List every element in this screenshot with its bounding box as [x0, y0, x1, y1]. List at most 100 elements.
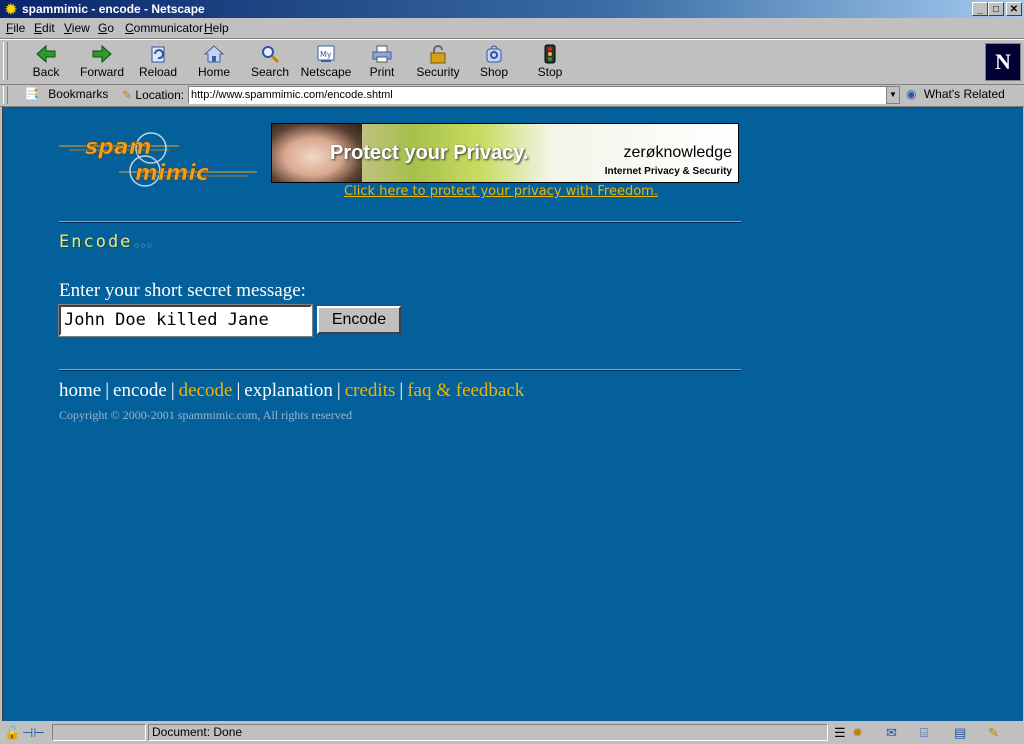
- security-lock-icon[interactable]: 🔓: [4, 725, 20, 741]
- back-icon: [34, 44, 58, 64]
- back-label: Back: [32, 65, 60, 79]
- message-prompt: Enter your short secret message:: [59, 280, 306, 301]
- stop-button[interactable]: Stop: [522, 44, 578, 82]
- whats-related-button[interactable]: ◉ What's Related: [906, 87, 1005, 101]
- forward-button[interactable]: Forward: [74, 44, 130, 82]
- site-nav: home | encode | decode | explanation | credits | f…: [59, 380, 524, 402]
- nav-explanation[interactable]: explanation: [244, 380, 333, 401]
- encode-button[interactable]: Encode: [317, 306, 401, 334]
- section-dots: ○○○: [134, 240, 154, 250]
- reload-button[interactable]: Reload: [130, 44, 186, 82]
- location-grip[interactable]: [3, 86, 8, 104]
- nav-encode[interactable]: encode: [113, 380, 167, 401]
- svg-text:My: My: [320, 50, 332, 59]
- shop-label: Shop: [479, 65, 509, 79]
- home-label: Home: [197, 65, 230, 79]
- menu-bar: File Edit View Go Communicator Help: [0, 18, 1024, 39]
- url-dropdown-button[interactable]: ▼: [886, 86, 900, 104]
- nav-separator: |: [236, 380, 241, 401]
- section-title: Encode: [59, 232, 133, 252]
- logo-text-spam: spam: [85, 135, 152, 160]
- url-input[interactable]: http://www.spammimic.com/encode.shtml: [188, 86, 888, 104]
- mail-icon[interactable]: ✉: [886, 725, 897, 741]
- stop-label: Stop: [537, 65, 563, 79]
- whats-related-label: What's Related: [923, 87, 1005, 101]
- shop-button[interactable]: Shop: [466, 44, 522, 82]
- banner-link[interactable]: Click here to protect your privacy with …: [344, 184, 658, 199]
- ad-banner[interactable]: Protect your Privacy. zerøknowledge Inte…: [271, 123, 739, 183]
- nav-decode[interactable]: decode: [179, 380, 233, 401]
- navigation-toolbar: Back Forward Reload Home Search My Netsc…: [0, 39, 1024, 85]
- logo-text-mimic: mimic: [135, 161, 209, 186]
- component-bar-grip-icon[interactable]: ☰: [834, 725, 846, 741]
- home-button[interactable]: Home: [186, 44, 242, 82]
- print-icon: [370, 44, 394, 64]
- forward-label: Forward: [79, 65, 124, 79]
- menu-help[interactable]: Help: [204, 21, 229, 35]
- nav-credits[interactable]: credits: [345, 380, 396, 401]
- nav-faq-feedback[interactable]: faq & feedback: [407, 380, 524, 401]
- nav-separator: |: [336, 380, 341, 401]
- address-book-icon[interactable]: ▤: [954, 725, 966, 741]
- search-button[interactable]: Search: [242, 44, 298, 82]
- netscape-logo[interactable]: N: [985, 43, 1021, 81]
- banner-headline: Protect your Privacy.: [330, 142, 529, 164]
- menu-communicator[interactable]: Communicator: [125, 21, 203, 35]
- status-bar: 🔓 ⊣⊢ Document: Done ☰ ✹ ✉ ⌸ ▤ ✎: [0, 722, 1024, 744]
- title-bar: ✹ spammimic - encode - Netscape _ □ ✕: [0, 0, 1024, 18]
- reload-label: Reload: [138, 65, 178, 79]
- newsgroups-icon[interactable]: ⌸: [920, 725, 928, 741]
- nav-home[interactable]: home: [59, 380, 101, 401]
- location-label: ✎ Location:: [122, 88, 184, 102]
- forward-icon: [90, 44, 114, 64]
- composer-icon[interactable]: ✎: [988, 725, 999, 741]
- bookmarks-icon: 📑: [24, 87, 39, 101]
- my-netscape-button[interactable]: My Netscape: [298, 44, 354, 82]
- page-content: spam mimic Protect your Privacy. zerøkno…: [2, 107, 1023, 721]
- security-label: Security: [416, 65, 460, 79]
- page-proxy-icon[interactable]: ✎: [122, 88, 132, 102]
- status-text: Document: Done: [148, 724, 828, 741]
- netscape-star-icon: ✹: [5, 1, 17, 17]
- my-netscape-label: Netscape: [300, 65, 352, 79]
- copyright-text: Copyright © 2000-2001 spammimic.com, All…: [59, 408, 353, 422]
- minimize-button[interactable]: _: [972, 2, 988, 16]
- menu-edit[interactable]: Edit: [34, 21, 55, 35]
- reload-icon: [146, 44, 170, 64]
- close-button[interactable]: ✕: [1006, 2, 1022, 16]
- menu-go[interactable]: Go: [98, 21, 114, 35]
- menu-file[interactable]: File: [6, 21, 25, 35]
- divider-bottom: [59, 369, 741, 371]
- connection-icon: ⊣⊢: [22, 725, 45, 740]
- menu-view[interactable]: View: [64, 21, 90, 35]
- toolbar-grip[interactable]: [3, 42, 8, 80]
- back-button[interactable]: Back: [18, 44, 74, 82]
- print-label: Print: [369, 65, 395, 79]
- nav-separator: |: [105, 380, 110, 401]
- shop-icon: [482, 44, 506, 64]
- my-netscape-icon: My: [314, 44, 338, 64]
- bookmarks-button[interactable]: 📑 Bookmarks: [24, 87, 108, 101]
- spammimic-logo[interactable]: spam mimic: [59, 126, 259, 192]
- print-button[interactable]: Print: [354, 44, 410, 82]
- home-icon: [202, 44, 226, 64]
- security-button[interactable]: Security: [410, 44, 466, 82]
- secret-message-input[interactable]: John Doe killed Jane: [58, 304, 313, 337]
- related-icon: ◉: [906, 87, 917, 101]
- lock-icon: [426, 44, 450, 64]
- progress-bar: [52, 724, 146, 741]
- banner-brand: zerøknowledge: [623, 144, 733, 161]
- search-icon: [258, 44, 282, 64]
- banner-tagline: Internet Privacy & Security: [604, 166, 732, 177]
- nav-separator: |: [170, 380, 175, 401]
- navigator-icon[interactable]: ✹: [852, 725, 863, 741]
- location-text: Location:: [135, 88, 185, 102]
- window-title: spammimic - encode - Netscape: [22, 2, 205, 16]
- maximize-button[interactable]: □: [988, 2, 1004, 16]
- bookmarks-label: Bookmarks: [48, 87, 109, 101]
- divider-top: [59, 221, 741, 223]
- nav-separator: |: [399, 380, 404, 401]
- stop-icon: [538, 44, 562, 64]
- search-label: Search: [250, 65, 290, 79]
- location-toolbar: 📑 Bookmarks ✎ Location: http://www.spamm…: [0, 84, 1024, 107]
